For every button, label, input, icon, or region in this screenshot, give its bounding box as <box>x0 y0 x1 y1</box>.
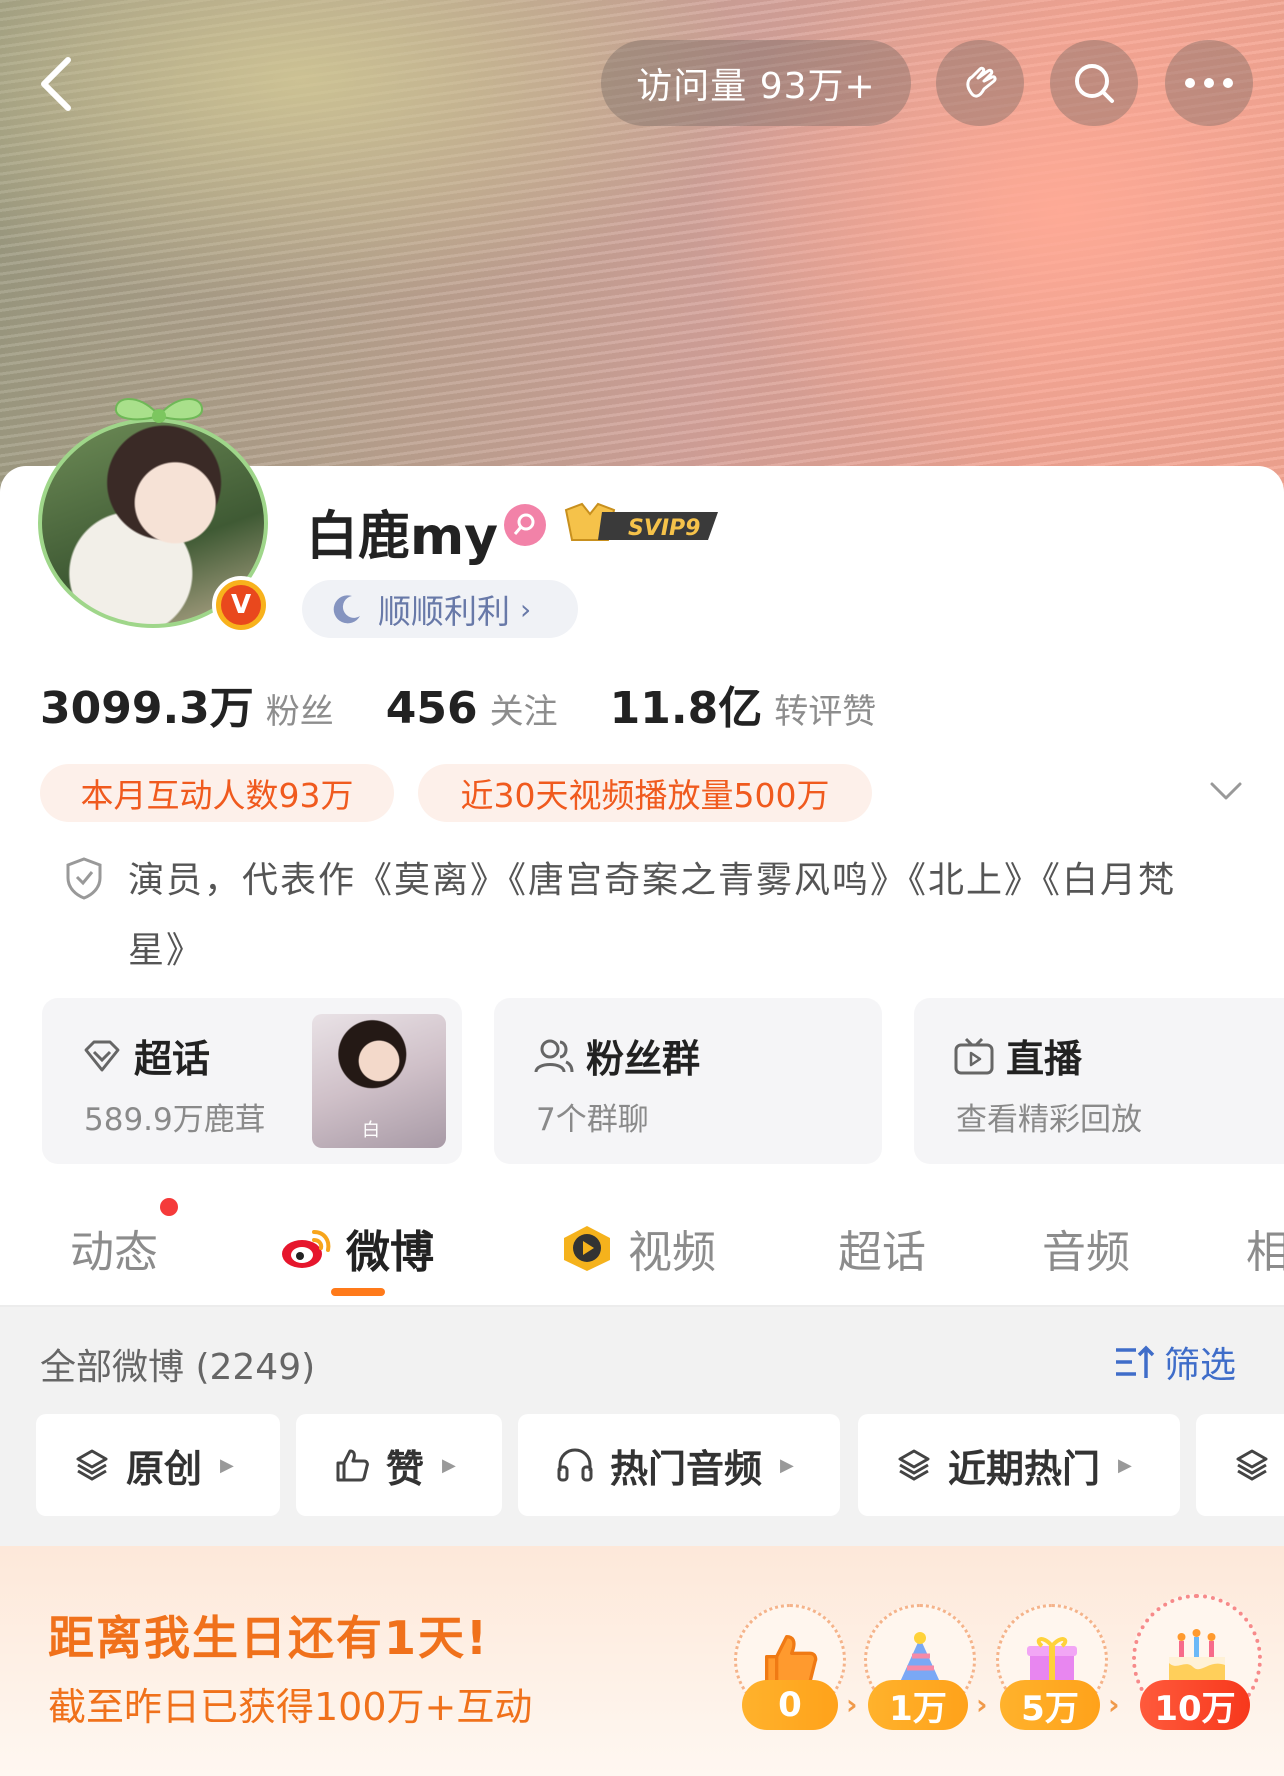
filter-label: 筛选 <box>1164 1345 1237 1386</box>
super-topic-card[interactable]: 超话 589.9万鹿茸 白 <box>42 998 462 1164</box>
chip-hot-audio[interactable]: 热门音频 ▶ <box>518 1414 840 1516</box>
visits-label: 访问量 93万+ <box>636 66 876 107</box>
search-button[interactable] <box>1050 40 1138 126</box>
back-arrow-icon <box>41 57 71 111</box>
layers-icon <box>1236 1449 1268 1481</box>
group-icon <box>534 1039 574 1072</box>
chip-original[interactable]: 原创 ▶ <box>36 1414 280 1516</box>
tab-album[interactable]: 相 <box>1246 1216 1284 1280</box>
birthday-subtitle: 截至昨日已获得100万+互动 <box>48 1685 533 1729</box>
profile-stats: 3099.3万 粉丝 456 关注 11.8亿 转评赞 <box>40 672 928 736</box>
tab-video[interactable]: 视频 <box>558 1216 716 1280</box>
fan-group-card[interactable]: 粉丝群 7个群聊 <box>494 998 882 1164</box>
milestone-label: 0 <box>742 1680 838 1730</box>
more-button[interactable] <box>1165 40 1253 126</box>
monthly-interactions-tag[interactable]: 本月互动人数93万 <box>40 764 394 822</box>
headphones-icon <box>557 1448 593 1482</box>
chevron-right-icon: › <box>976 1688 988 1721</box>
profile-name: 白鹿my <box>306 507 499 567</box>
avatar[interactable]: V <box>34 388 274 638</box>
chip-likes[interactable]: 赞 ▶ <box>296 1414 502 1516</box>
active-tab-indicator <box>331 1288 385 1296</box>
svip-badge[interactable]: SVIP9 <box>562 500 722 548</box>
super-topic-sub: 589.9万鹿茸 <box>84 1102 266 1138</box>
milestone-label: 10万 <box>1140 1680 1250 1730</box>
filter-button[interactable]: 筛选 <box>1112 1336 1236 1388</box>
milestone-label: 1万 <box>868 1680 968 1730</box>
chevron-right-icon: › <box>846 1688 858 1721</box>
video-play-icon <box>564 1226 610 1271</box>
interactions-count: 11.8亿 <box>609 683 763 734</box>
tab-audio[interactable]: 音频 <box>1042 1216 1130 1280</box>
fan-group-sub: 7个群聊 <box>536 1102 649 1138</box>
following-label[interactable]: 关注 <box>490 684 558 733</box>
super-topic-thumbnail: 白 <box>312 1014 446 1148</box>
live-sub: 查看精彩回放 <box>956 1102 1142 1138</box>
followers-count[interactable]: 3099.3万 <box>40 672 254 736</box>
diamond-icon <box>84 1040 120 1071</box>
chevron-right-icon: › <box>1108 1688 1120 1721</box>
thumbnail-caption: 白 <box>362 1120 380 1141</box>
caret-right-icon: ▶ <box>780 1454 794 1476</box>
followers-label[interactable]: 粉丝 <box>266 684 334 733</box>
chevron-down-icon[interactable] <box>1206 772 1246 812</box>
bow-decoration-icon <box>114 397 204 423</box>
fan-group-title: 粉丝群 <box>586 1037 701 1081</box>
thumbs-up-icon <box>336 1449 369 1482</box>
all-weibo-count[interactable]: 全部微博 (2249) <box>40 1338 315 1390</box>
tv-play-icon <box>954 1037 994 1074</box>
caret-right-icon: ▶ <box>1118 1454 1132 1476</box>
birthday-title: 距离我生日还有1天! <box>48 1611 489 1665</box>
visits-counter-button[interactable]: 访问量 93万+ <box>601 40 911 126</box>
shield-check-icon <box>66 857 102 900</box>
notification-dot <box>160 1198 178 1216</box>
tab-weibo[interactable]: 微博 <box>278 1216 434 1280</box>
live-title: 直播 <box>1006 1037 1083 1081</box>
tab-super-topic[interactable]: 超话 <box>838 1216 926 1280</box>
female-gender-icon <box>504 504 546 546</box>
chevron-right-icon: › <box>520 592 532 626</box>
back-button[interactable] <box>28 48 84 120</box>
search-icon <box>1075 64 1114 103</box>
caret-right-icon: ▶ <box>442 1454 456 1476</box>
video-views-tag[interactable]: 近30天视频播放量500万 <box>418 764 872 822</box>
tab-dynamics[interactable]: 动态 <box>70 1216 158 1280</box>
wave-hand-icon <box>966 66 997 98</box>
nickname-tag[interactable]: 顺顺利利 › <box>302 580 578 638</box>
weibo-logo-icon <box>282 1230 331 1268</box>
following-count[interactable]: 456 <box>386 683 478 734</box>
filter-sort-icon <box>1116 1345 1155 1378</box>
interactions-label: 转评赞 <box>774 692 877 732</box>
milestone-label: 5万 <box>1000 1680 1100 1730</box>
chip-recent-hot[interactable]: 近期热门 ▶ <box>858 1414 1180 1516</box>
layers-icon <box>76 1449 108 1481</box>
nickname-tag-label: 顺顺利利 <box>378 592 510 631</box>
svip-label: SVIP9 <box>628 516 701 541</box>
greet-button[interactable] <box>936 40 1024 126</box>
live-card[interactable]: 直播 查看精彩回放 <box>914 998 1284 1164</box>
super-topic-title: 超话 <box>134 1037 211 1081</box>
profile-tabs: 动态 微博 视频 超话 音频 相 <box>0 1200 1284 1306</box>
more-icon <box>1185 78 1233 88</box>
profile-bio: 演员，代表作《莫离》《唐宫奇案之青雾风鸣》《北上》《白月梵星》 <box>128 860 1177 971</box>
chip-more[interactable] <box>1196 1414 1284 1516</box>
caret-right-icon: ▶ <box>220 1454 234 1476</box>
verified-badge: V <box>212 576 270 634</box>
moon-icon <box>333 595 360 624</box>
layers-icon <box>898 1449 930 1481</box>
